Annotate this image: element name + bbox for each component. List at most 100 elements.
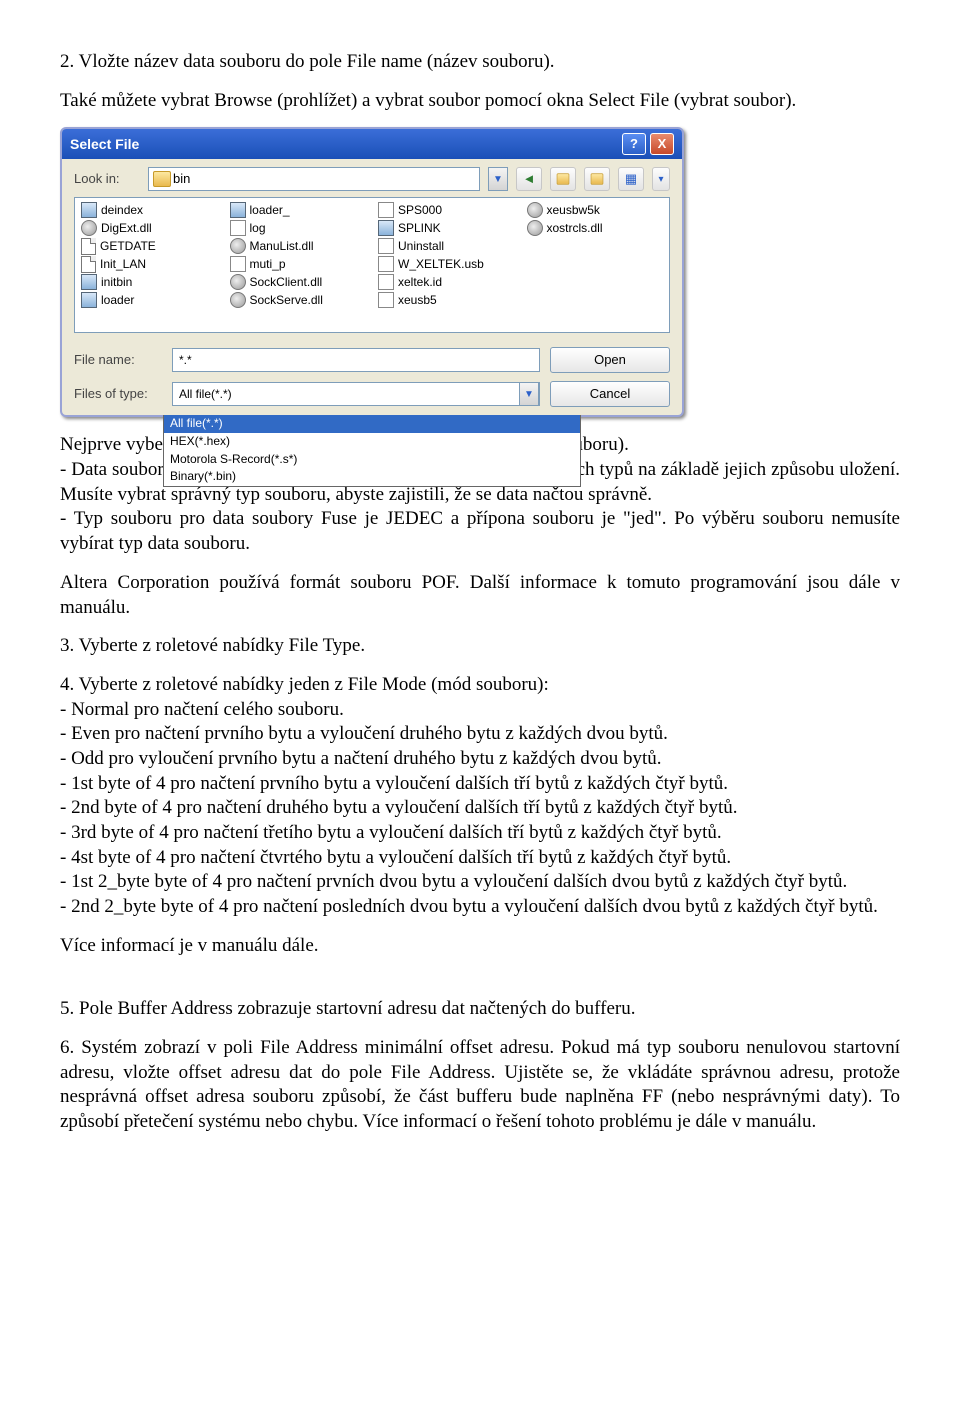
lookin-dropdown[interactable]: bin xyxy=(148,167,480,191)
file-item-label: Init_LAN xyxy=(100,257,146,273)
list-7: - 4st byte of 4 pro načtení čtvrtého byt… xyxy=(60,846,900,871)
para-6: Altera Corporation používá formát soubor… xyxy=(60,571,900,620)
file-item-label: xeusbw5k xyxy=(547,203,600,219)
filetype-option[interactable]: Motorola S-Record(*.s*) xyxy=(164,451,580,469)
para-5: - Typ souboru pro data soubory Fuse je J… xyxy=(60,507,900,556)
folder-icon xyxy=(153,171,171,187)
filetype-option[interactable]: All file(*.*) xyxy=(164,415,580,433)
file-icon xyxy=(230,220,246,236)
file-item[interactable]: GETDATE xyxy=(81,237,218,255)
new-folder-icon xyxy=(591,174,604,185)
file-item-label: SockServe.dll xyxy=(250,293,323,309)
file-icon xyxy=(378,256,394,272)
file-list-pane: deindexDigExt.dllGETDATEInit_LANinitbinl… xyxy=(74,197,670,333)
up-folder-icon xyxy=(557,174,570,185)
filetype-options: All file(*.*) HEX(*.hex) Motorola S-Reco… xyxy=(163,415,581,486)
lookin-value: bin xyxy=(173,171,190,188)
file-item[interactable]: loader xyxy=(81,291,218,309)
titlebar: Select File ? X xyxy=(62,129,682,159)
help-button[interactable]: ? xyxy=(622,133,646,155)
file-item[interactable]: DigExt.dll xyxy=(81,219,218,237)
file-item[interactable]: xeltek.id xyxy=(378,273,515,291)
file-item[interactable]: Init_LAN xyxy=(81,255,218,273)
select-file-dialog: Select File ? X Look in: bin ▼ ◄ ▦ ▾ dei… xyxy=(60,127,684,417)
open-button[interactable]: Open xyxy=(550,347,670,373)
list-6: - 3rd byte of 4 pro načtení třetího bytu… xyxy=(60,821,900,846)
file-item-label: xeltek.id xyxy=(398,275,442,291)
cancel-button[interactable]: Cancel xyxy=(550,381,670,407)
file-item[interactable]: SPS000 xyxy=(378,201,515,219)
view-button[interactable]: ▦ xyxy=(618,167,644,191)
file-item-label: Uninstall xyxy=(398,239,444,255)
gear-icon xyxy=(81,220,97,236)
file-item-label: SockClient.dll xyxy=(250,275,323,291)
file-item[interactable]: xeusb5 xyxy=(378,291,515,309)
file-item[interactable]: muti_p xyxy=(230,255,367,273)
file-icon xyxy=(378,202,394,218)
page-icon xyxy=(81,238,96,255)
open-button-label: Open xyxy=(594,352,626,369)
up-button[interactable] xyxy=(550,167,576,191)
filename-input[interactable]: *.* xyxy=(172,348,540,372)
help-icon: ? xyxy=(630,136,638,153)
file-item-label: GETDATE xyxy=(100,239,156,255)
file-item[interactable]: initbin xyxy=(81,273,218,291)
lookin-caret[interactable]: ▼ xyxy=(488,167,508,191)
file-item[interactable]: W_XELTEK.usb xyxy=(378,255,515,273)
list-9: - 2nd 2_byte byte of 4 pro načtení posle… xyxy=(60,895,900,920)
gear-icon xyxy=(527,220,543,236)
file-item[interactable]: loader_ xyxy=(230,201,367,219)
file-item[interactable]: SockClient.dll xyxy=(230,273,367,291)
filename-label: File name: xyxy=(74,352,162,369)
list-2: - Even pro načtení prvního bytu a vylouč… xyxy=(60,722,900,747)
file-icon xyxy=(378,274,394,290)
file-item[interactable]: log xyxy=(230,219,367,237)
filetype-caret[interactable]: ▼ xyxy=(519,382,539,406)
filename-value: *.* xyxy=(179,353,192,369)
para-2: Také můžete vybrat Browse (prohlížet) a … xyxy=(60,89,900,114)
box-icon xyxy=(230,202,246,218)
lookin-row: Look in: bin ▼ ◄ ▦ ▾ xyxy=(62,159,682,197)
file-item[interactable]: SockServe.dll xyxy=(230,291,367,309)
gear-icon xyxy=(527,202,543,218)
close-icon: X xyxy=(658,136,667,153)
gear-icon xyxy=(230,238,246,254)
close-button[interactable]: X xyxy=(650,133,674,155)
file-item-label: muti_p xyxy=(250,257,286,273)
para-11: 6. Systém zobrazí v poli File Address mi… xyxy=(60,1036,900,1135)
filetype-option[interactable]: Binary(*.bin) xyxy=(164,468,580,486)
file-item[interactable]: xostrcls.dll xyxy=(527,219,664,237)
file-item-label: SPLINK xyxy=(398,221,441,237)
new-folder-button[interactable] xyxy=(584,167,610,191)
file-item-label: log xyxy=(250,221,266,237)
file-item-label: ManuList.dll xyxy=(250,239,314,255)
file-item[interactable]: ManuList.dll xyxy=(230,237,367,255)
list-4: - 1st byte of 4 pro načtení prvního bytu… xyxy=(60,772,900,797)
filetype-dropdown[interactable]: All file(*.*) ▼ xyxy=(172,382,540,406)
list-5: - 2nd byte of 4 pro načtení druhého bytu… xyxy=(60,796,900,821)
para-9: Více informací je v manuálu dále. xyxy=(60,934,900,959)
file-item-label: initbin xyxy=(101,275,132,291)
file-item-label: SPS000 xyxy=(398,203,442,219)
file-item[interactable]: xeusbw5k xyxy=(527,201,664,219)
view-caret[interactable]: ▾ xyxy=(652,167,670,191)
dialog-title: Select File xyxy=(70,135,618,153)
list-3: - Odd pro vyloučení prvního bytu a načte… xyxy=(60,747,900,772)
filetype-value: All file(*.*) xyxy=(179,387,519,403)
file-item-label: xeusb5 xyxy=(398,293,437,309)
page-icon xyxy=(81,256,96,273)
gear-icon xyxy=(230,274,246,290)
file-item[interactable]: deindex xyxy=(81,201,218,219)
para-8: 4. Vyberte z roletové nabídky jeden z Fi… xyxy=(60,673,900,698)
list-1: - Normal pro načtení celého souboru. xyxy=(60,698,900,723)
para-7: 3. Vyberte z roletové nabídky File Type. xyxy=(60,634,900,659)
file-item[interactable]: Uninstall xyxy=(378,237,515,255)
cancel-button-label: Cancel xyxy=(590,386,630,403)
file-item[interactable]: SPLINK xyxy=(378,219,515,237)
file-item-label: deindex xyxy=(101,203,143,219)
filetype-option[interactable]: HEX(*.hex) xyxy=(164,433,580,451)
lookin-label: Look in: xyxy=(74,171,140,188)
filetype-label: Files of type: xyxy=(74,386,162,403)
box-icon xyxy=(81,292,97,308)
back-button[interactable]: ◄ xyxy=(516,167,542,191)
